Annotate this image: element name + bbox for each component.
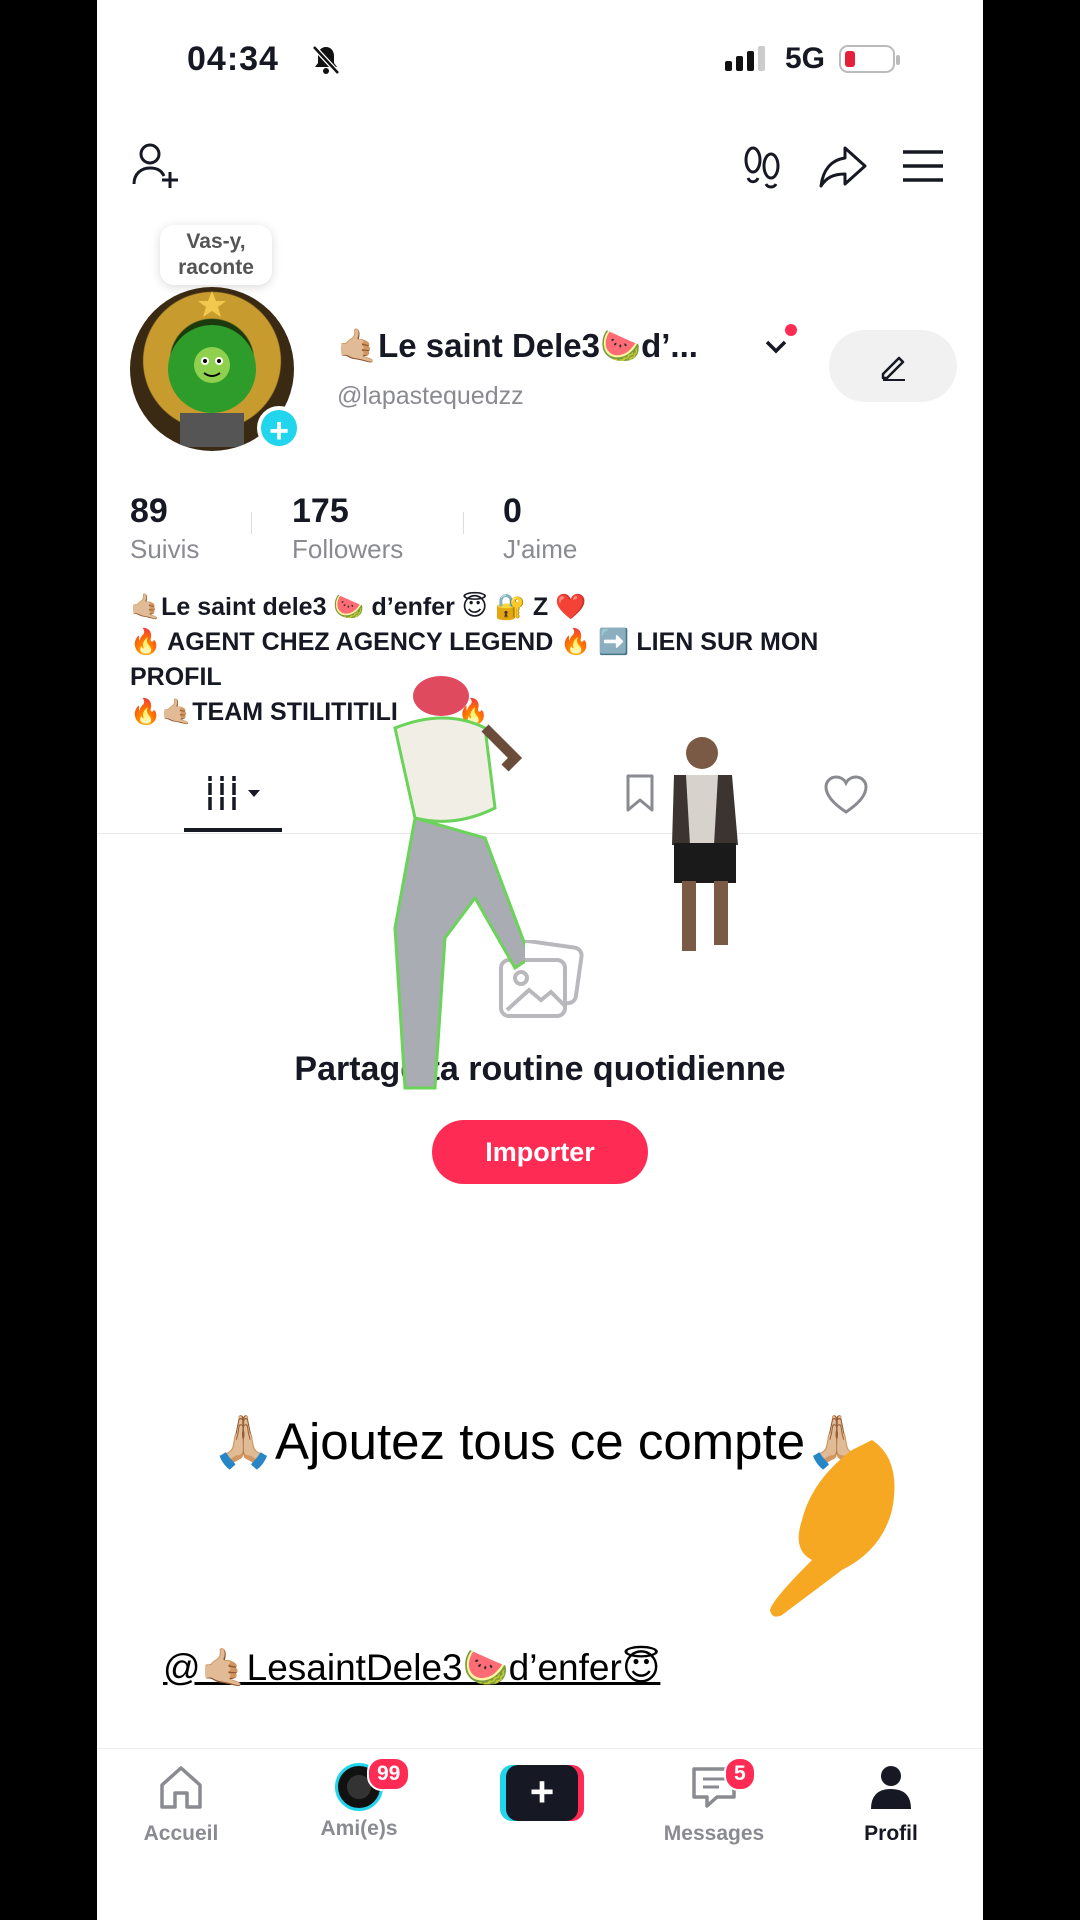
likes-count[interactable]: 0 (503, 492, 522, 531)
edit-profile-button[interactable] (829, 330, 957, 402)
nav-home-label: Accueil (143, 1822, 219, 1845)
bio-line: 🔥🤙🏼TEAM STILITITILI 🔥 (130, 695, 930, 730)
active-tab-indicator (184, 828, 282, 832)
notification-dot (785, 324, 797, 336)
pencil-icon (881, 356, 905, 381)
walking-man-sticker (672, 737, 738, 951)
nav-messages[interactable]: 5 Messages (644, 1757, 784, 1846)
following-count[interactable]: 89 (130, 492, 168, 531)
add-friend-icon[interactable] (130, 140, 182, 192)
likes-label[interactable]: J'aime (503, 534, 577, 565)
status-time: 04:34 (187, 40, 279, 78)
chevron-down-icon[interactable] (761, 331, 791, 361)
signal-icon (725, 46, 765, 71)
bio-line: 🔥 AGENT CHEZ AGENCY LEGEND 🔥 ➡️ LIEN SUR… (130, 628, 819, 656)
create-button[interactable]: + (500, 1765, 584, 1821)
following-label[interactable]: Suivis (130, 534, 199, 565)
network-type: 5G (785, 42, 826, 75)
display-name[interactable]: 🤙🏼Le saint Dele3🍉d’... (337, 327, 698, 366)
import-button[interactable]: Importer (432, 1120, 648, 1184)
nav-friends[interactable]: 99 Ami(e)s (289, 1757, 429, 1841)
pointing-hand-icon (770, 1440, 895, 1617)
tiktok-profile-screen: 04:34 5G Vas-y, raconte + 🤙🏼Le saint Del… (97, 0, 983, 1920)
nav-home[interactable]: Accueil (111, 1763, 251, 1846)
stat-divider (463, 512, 464, 534)
bio: 🤙🏼Le saint dele3 🍉 d’enfer 😇 🔐 Z ❤️ 🔥 AG… (130, 590, 930, 730)
footprints-icon[interactable] (737, 140, 789, 192)
bell-off-icon (312, 45, 340, 75)
bio-line: 🤙🏼Le saint dele3 🍉 d’enfer 😇 🔐 Z ❤️ (130, 593, 587, 621)
plus-icon: + (506, 1765, 578, 1821)
profile-person-icon (871, 1766, 911, 1809)
followers-count[interactable]: 175 (292, 492, 349, 531)
add-avatar-button[interactable]: + (257, 406, 301, 450)
nav-messages-label: Messages (663, 1822, 765, 1845)
home-icon (160, 1766, 202, 1809)
username-handle[interactable]: @lapastequedzz (337, 382, 524, 411)
account-mention[interactable]: @🤙🏼LesaintDele3🍉d’enfer😇 (163, 1646, 660, 1690)
tab-liked-heart-icon[interactable] (823, 774, 869, 816)
tooltip-bubble[interactable]: Vas-y, raconte (160, 225, 272, 285)
dancing-person-sticker (393, 676, 525, 1090)
stat-divider (251, 512, 252, 534)
nav-profile[interactable]: Profil (821, 1763, 961, 1846)
followers-label[interactable]: Followers (292, 534, 403, 565)
empty-state-title: Partage ta routine quotidienne (294, 1050, 786, 1088)
battery-icon (839, 45, 900, 73)
bio-line: PROFIL (130, 663, 222, 691)
tab-divider (97, 833, 983, 834)
bottom-nav: Accueil 99 Ami(e)s + 5 Messages Profil (97, 1748, 983, 1920)
nav-profile-label: Profil (864, 1822, 918, 1845)
tab-bookmark-icon[interactable] (623, 772, 657, 814)
friends-badge: 99 (367, 1757, 411, 1791)
share-icon[interactable] (817, 140, 869, 192)
nav-friends-label: Ami(e)s (320, 1817, 398, 1840)
menu-icon[interactable] (897, 140, 949, 192)
messages-badge: 5 (724, 1757, 756, 1791)
tab-videos-grid-icon[interactable] (204, 772, 266, 814)
